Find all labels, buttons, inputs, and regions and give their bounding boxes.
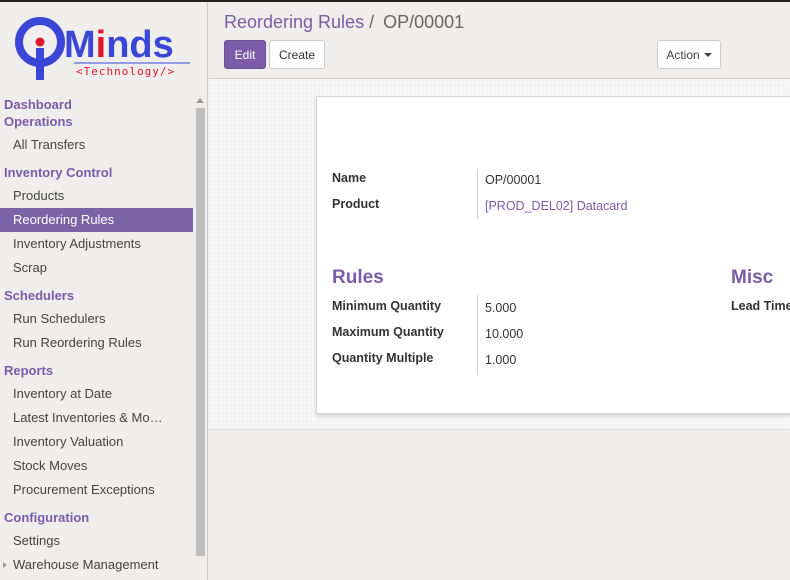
caret-down-icon [703,52,712,57]
sidebar-item[interactable]: Settings [0,529,193,553]
sidebar-item-label: All Transfers [13,137,86,152]
sidebar-scrollbar[interactable] [194,96,206,580]
edit-button[interactable]: Edit [224,40,266,69]
action-dropdown-label: Action [666,47,700,62]
min-qty-value: 5.000 [485,301,517,315]
create-button-label: Create [278,47,316,62]
create-button[interactable]: Create [269,40,325,69]
sidebar-item-label: Warehouse Management [13,557,159,572]
main-content: Reordering Rules / OP/00001 Edit Create … [209,2,790,580]
misc-section-title: Misc [731,267,774,288]
sidebar-item-label: Run Schedulers [13,311,106,326]
scroll-up-arrow-icon[interactable] [196,98,204,103]
sidebar-item-label: Inventory Valuation [13,434,124,449]
product-label: Product [332,197,380,211]
sidebar-item[interactable]: Reordering Rules [0,208,193,232]
form-sheet: Name OP/00001 Product [PROD_DEL02] Datac… [316,96,790,414]
sidebar-item-label: Products [13,188,65,203]
sidebar-item[interactable]: Inventory at Date [0,382,193,406]
sidebar-item[interactable]: All Transfers [0,133,193,157]
sidebar-item-label: Latest Inventories & Mo… [13,410,163,425]
form-background: Name OP/00001 Product [PROD_DEL02] Datac… [209,78,790,430]
logo-dot-icon [35,37,45,47]
sidebar-item-label: Inventory Adjustments [13,236,141,251]
sidebar-item[interactable]: Warehouse Management [0,553,193,577]
sidebar-section-header[interactable]: Configuration [0,509,193,526]
rules-section-title: Rules [332,267,384,288]
lead-time-label: Lead Time [731,299,790,313]
rules-divider [477,295,478,375]
sidebar-section-header[interactable]: Inventory Control [0,164,193,181]
min-qty-label: Minimum Quantity [332,299,442,313]
sidebar-item-label: Run Reordering Rules [13,335,142,350]
sidebar-item-label: Reordering Rules [13,212,115,227]
logo-i-stem-icon [36,48,44,80]
sidebar-item[interactable]: Run Reordering Rules [0,331,193,355]
max-qty-label: Maximum Quantity [332,325,444,339]
action-dropdown[interactable]: Action [657,40,721,69]
sidebar-item[interactable]: Inventory Adjustments [0,232,193,256]
sidebar-item[interactable]: Scrap [0,256,193,280]
product-link[interactable]: [PROD_DEL02] Datacard [485,199,627,213]
breadcrumb-parent-link[interactable]: Reordering Rules [224,12,364,32]
sidebar-section-header[interactable]: Dashboard [0,96,193,113]
sidebar-item[interactable]: Inventory Valuation [0,430,193,454]
sidebar-item[interactable]: Run Schedulers [0,307,193,331]
sidebar-section-header[interactable]: Schedulers [0,287,193,304]
name-label: Name [332,171,367,185]
sidebar: Minds <Technology/> Dashboard Operations A… [0,2,208,580]
sidebar-item[interactable]: Procurement Exceptions [0,478,193,502]
sidebar-item[interactable]: Latest Inventories & Mo… [0,406,193,430]
scrollbar-thumb[interactable] [196,108,205,556]
sidebar-item-label: Scrap [13,260,47,275]
qty-multiple-value: 1.000 [485,353,517,367]
sidebar-item-label: Settings [13,533,60,548]
sidebar-section-header[interactable]: Reports [0,362,193,379]
breadcrumb-separator: / [369,12,375,32]
sidebar-item[interactable]: Stock Moves [0,454,193,478]
svg-text:Minds: Minds [64,24,174,66]
edit-button-label: Edit [234,47,256,62]
sidebar-item-label: Inventory at Date [13,386,112,401]
sidebar-section-header[interactable]: Operations [0,113,193,130]
name-value: OP/00001 [485,173,542,187]
qminds-logo: Minds <Technology/> [15,17,190,80]
sidebar-menu: Dashboard Operations All Transfers Inventor… [0,92,193,577]
breadcrumb-current: OP/00001 [383,12,465,32]
sidebar-item-label: Stock Moves [13,458,88,473]
max-qty-value: 10.000 [485,327,524,341]
qty-multiple-label: Quantity Multiple [332,351,434,365]
breadcrumb: Reordering Rules / OP/00001 [224,12,464,33]
field-divider [477,169,478,219]
expand-arrow-icon[interactable] [3,562,7,568]
sidebar-item[interactable]: Products [0,184,193,208]
sidebar-item-label: Procurement Exceptions [13,482,155,497]
svg-text:<Technology/>: <Technology/> [76,65,175,78]
